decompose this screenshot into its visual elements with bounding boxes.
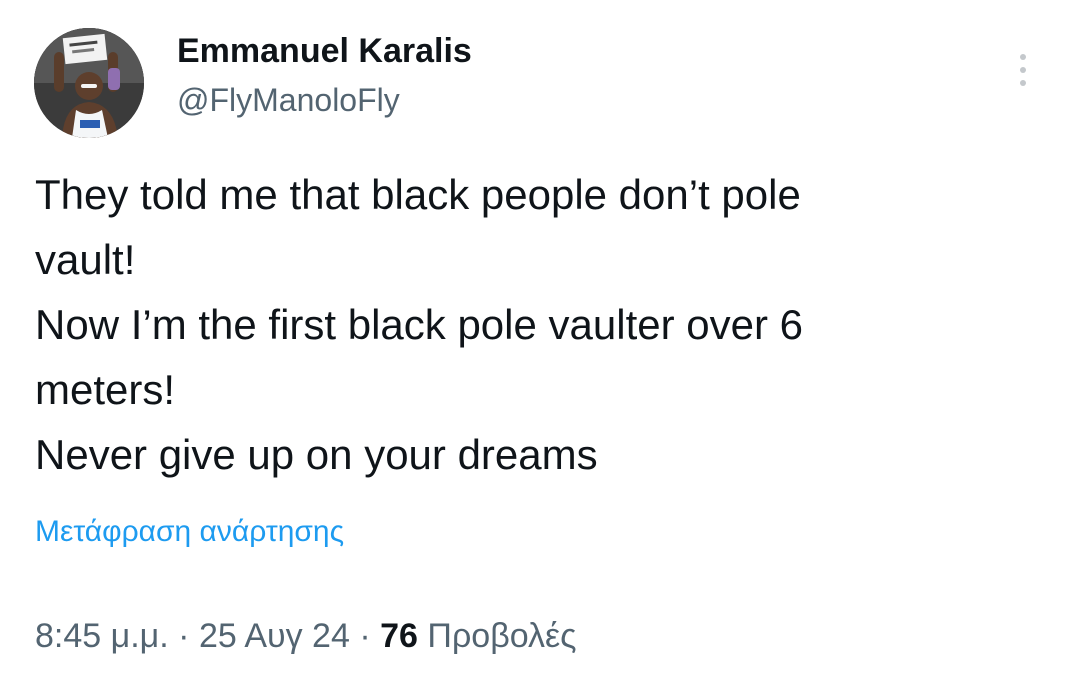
tweet-text-line: Never give up on your dreams: [35, 431, 598, 478]
avatar-photo: [34, 28, 144, 138]
tweet-text-line: vault!: [35, 236, 136, 283]
author-handle[interactable]: @FlyManoloFly: [177, 80, 400, 120]
views-label: Προβολές: [427, 617, 577, 655]
more-vertical-icon-dot: [1020, 80, 1026, 86]
tweet-card: Emmanuel Karalis @FlyManoloFly They told…: [0, 0, 1080, 681]
meta-separator: ·: [359, 617, 371, 655]
author-name[interactable]: Emmanuel Karalis: [177, 30, 472, 72]
tweet-text: They told me that black people don’t pol…: [35, 162, 1035, 487]
tweet-meta: 8:45 μ.μ. · 25 Αυγ 24 · 76 Προβολές: [35, 614, 577, 658]
more-vertical-icon-dot: [1020, 67, 1026, 73]
more-vertical-icon: [1020, 54, 1026, 60]
more-options-button[interactable]: [1006, 40, 1040, 100]
avatar[interactable]: [34, 28, 144, 138]
tweet-text-line: meters!: [35, 366, 176, 413]
tweet-text-line: They told me that black people don’t pol…: [35, 171, 801, 218]
tweet-text-line: Now I’m the first black pole vaulter ove…: [35, 301, 803, 348]
translate-post-link[interactable]: Μετάφραση ανάρτησης: [35, 512, 344, 552]
tweet-time[interactable]: 8:45 μ.μ.: [35, 617, 169, 655]
meta-separator: ·: [178, 617, 190, 655]
tweet-date[interactable]: 25 Αυγ 24: [199, 617, 350, 655]
views-count: 76: [380, 617, 418, 655]
